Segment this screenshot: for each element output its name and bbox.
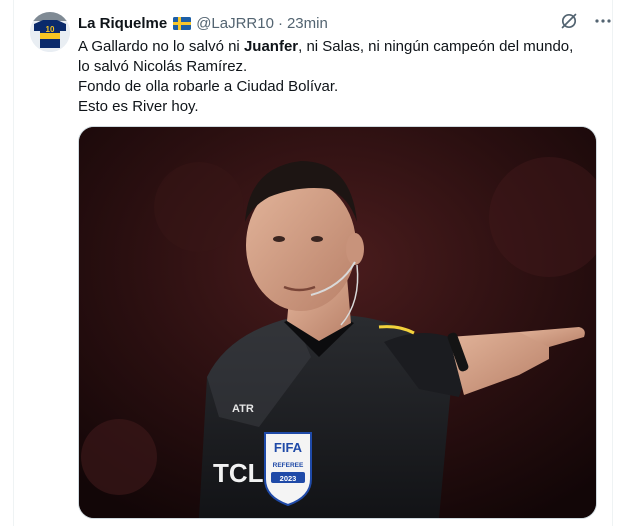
display-name[interactable]: La Riquelme <box>78 15 167 32</box>
tweet-text-line: A Gallardo no lo salvó ni Juanfer, ni Sa… <box>78 38 574 55</box>
sweden-flag-icon <box>173 16 192 30</box>
badge-role: REFEREE <box>273 462 304 469</box>
tweet-photo[interactable]: TCL ATR FIFA REFEREE 2023 <box>78 126 597 519</box>
timeline-divider-left <box>13 0 14 526</box>
tweet-text-line: lo salvó Nicolás Ramírez. <box>78 58 248 75</box>
tweet-text: A Gallardo no lo salvó ni Juanfer, ni Sa… <box>78 37 598 117</box>
tweet-header: La Riquelme @LaJRR10 · 23min <box>78 13 603 33</box>
svg-text:10: 10 <box>46 25 55 34</box>
badge-brand: FIFA <box>274 440 303 455</box>
tweet-text-line: Esto es River hoy. <box>78 98 199 115</box>
more-icon <box>595 19 611 23</box>
more-button[interactable] <box>593 11 613 31</box>
avatar[interactable]: 10 <box>30 12 70 52</box>
tweet-actions <box>559 11 613 31</box>
kit-logo: ATR <box>232 403 254 415</box>
tweet-text-line: Fondo de olla robarle a Ciudad Bolívar. <box>78 78 339 95</box>
boca-jersey-10-avatar: 10 <box>30 12 70 52</box>
grok-button[interactable] <box>559 11 579 31</box>
grok-icon <box>561 13 577 29</box>
tweet-card[interactable]: 10 La Riquelme @LaJRR10 · 23min A Gallar… <box>0 0 633 526</box>
referee-photo: TCL ATR FIFA REFEREE 2023 <box>79 127 596 518</box>
fifa-referee-badge: FIFA REFEREE 2023 <box>264 432 312 507</box>
badge-year: 2023 <box>280 474 297 483</box>
user-handle[interactable]: @LaJRR10 <box>196 15 274 32</box>
bold-mention: Juanfer <box>243 38 299 55</box>
header-separator: · <box>277 14 283 32</box>
timeline-divider-right <box>612 0 613 526</box>
timestamp[interactable]: 23min <box>287 15 328 32</box>
sponsor-logo: TCL <box>213 458 264 488</box>
